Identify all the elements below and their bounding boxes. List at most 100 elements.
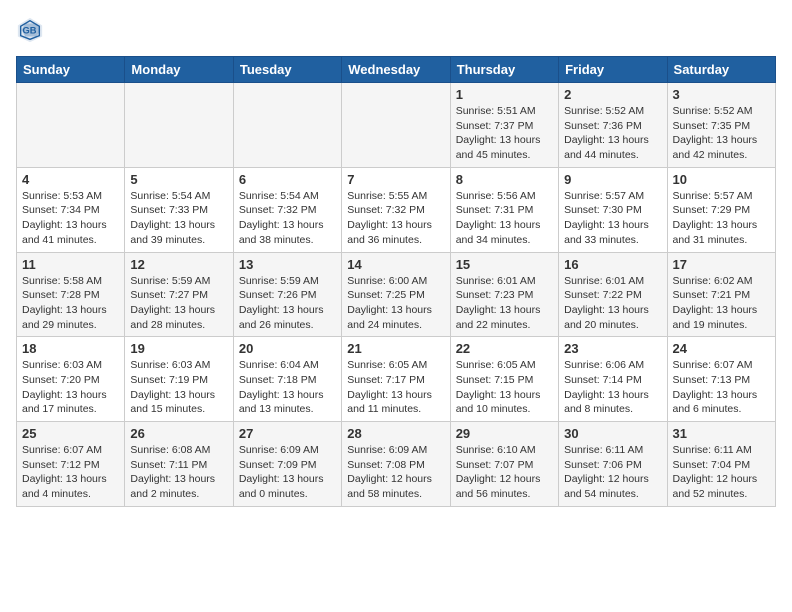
day-number: 19 — [130, 341, 227, 356]
day-info: Sunrise: 5:59 AMSunset: 7:26 PMDaylight:… — [239, 274, 336, 333]
calendar-cell: 17 Sunrise: 6:02 AMSunset: 7:21 PMDayligh… — [667, 252, 775, 337]
weekday-header-wednesday: Wednesday — [342, 57, 450, 83]
day-number: 17 — [673, 257, 770, 272]
calendar-cell: 24 Sunrise: 6:07 AMSunset: 7:13 PMDayligh… — [667, 337, 775, 422]
calendar-cell: 18 Sunrise: 6:03 AMSunset: 7:20 PMDayligh… — [17, 337, 125, 422]
day-info: Sunrise: 5:54 AMSunset: 7:32 PMDaylight:… — [239, 189, 336, 248]
weekday-header-thursday: Thursday — [450, 57, 558, 83]
day-info: Sunrise: 5:57 AMSunset: 7:29 PMDaylight:… — [673, 189, 770, 248]
day-number: 26 — [130, 426, 227, 441]
calendar-cell: 26Sunrise: 6:08 AMSunset: 7:11 PMDayligh… — [125, 422, 233, 507]
day-number: 18 — [22, 341, 119, 356]
day-number: 15 — [456, 257, 553, 272]
calendar-cell: 30Sunrise: 6:11 AMSunset: 7:06 PMDayligh… — [559, 422, 667, 507]
calendar-cell: 23 Sunrise: 6:06 AMSunset: 7:14 PMDayligh… — [559, 337, 667, 422]
day-number: 27 — [239, 426, 336, 441]
day-info: Sunrise: 5:55 AMSunset: 7:32 PMDaylight:… — [347, 189, 444, 248]
calendar-cell: 22 Sunrise: 6:05 AMSunset: 7:15 PMDayligh… — [450, 337, 558, 422]
day-info: Sunrise: 6:11 AMSunset: 7:04 PMDaylight:… — [673, 443, 770, 502]
svg-text:GB: GB — [23, 26, 37, 36]
calendar-cell: 16 Sunrise: 6:01 AMSunset: 7:22 PMDayligh… — [559, 252, 667, 337]
day-info: Sunrise: 6:02 AMSunset: 7:21 PMDaylight:… — [673, 274, 770, 333]
day-number: 30 — [564, 426, 661, 441]
calendar-cell: 19 Sunrise: 6:03 AMSunset: 7:19 PMDayligh… — [125, 337, 233, 422]
day-number: 25 — [22, 426, 119, 441]
day-number: 3 — [673, 87, 770, 102]
calendar-cell: 15 Sunrise: 6:01 AMSunset: 7:23 PMDayligh… — [450, 252, 558, 337]
calendar-table: SundayMondayTuesdayWednesdayThursdayFrid… — [16, 56, 776, 507]
calendar-cell: 11 Sunrise: 5:58 AMSunset: 7:28 PMDayligh… — [17, 252, 125, 337]
day-number: 24 — [673, 341, 770, 356]
day-info: Sunrise: 6:05 AMSunset: 7:17 PMDaylight:… — [347, 358, 444, 417]
day-number: 22 — [456, 341, 553, 356]
calendar-header: SundayMondayTuesdayWednesdayThursdayFrid… — [17, 57, 776, 83]
day-number: 12 — [130, 257, 227, 272]
day-info: Sunrise: 5:51 AMSunset: 7:37 PMDaylight:… — [456, 104, 553, 163]
day-number: 4 — [22, 172, 119, 187]
day-number: 21 — [347, 341, 444, 356]
day-info: Sunrise: 5:56 AMSunset: 7:31 PMDaylight:… — [456, 189, 553, 248]
day-info: Sunrise: 6:06 AMSunset: 7:14 PMDaylight:… — [564, 358, 661, 417]
day-info: Sunrise: 6:10 AMSunset: 7:07 PMDaylight:… — [456, 443, 553, 502]
day-info: Sunrise: 6:07 AMSunset: 7:12 PMDaylight:… — [22, 443, 119, 502]
day-info: Sunrise: 6:05 AMSunset: 7:15 PMDaylight:… — [456, 358, 553, 417]
day-number: 9 — [564, 172, 661, 187]
calendar-cell: 8 Sunrise: 5:56 AMSunset: 7:31 PMDaylight… — [450, 167, 558, 252]
calendar-cell: 27 Sunrise: 6:09 AMSunset: 7:09 PMDayligh… — [233, 422, 341, 507]
calendar-cell: 3 Sunrise: 5:52 AMSunset: 7:35 PMDaylight… — [667, 83, 775, 168]
calendar-cell: 10 Sunrise: 5:57 AMSunset: 7:29 PMDayligh… — [667, 167, 775, 252]
day-info: Sunrise: 6:01 AMSunset: 7:23 PMDaylight:… — [456, 274, 553, 333]
day-info: Sunrise: 5:52 AMSunset: 7:35 PMDaylight:… — [673, 104, 770, 163]
calendar-body: 1Sunrise: 5:51 AMSunset: 7:37 PMDaylight… — [17, 83, 776, 507]
calendar-cell: 29 Sunrise: 6:10 AMSunset: 7:07 PMDayligh… — [450, 422, 558, 507]
day-number: 11 — [22, 257, 119, 272]
calendar-cell: 5 Sunrise: 5:54 AMSunset: 7:33 PMDaylight… — [125, 167, 233, 252]
day-info: Sunrise: 6:01 AMSunset: 7:22 PMDaylight:… — [564, 274, 661, 333]
calendar-week-4: 18 Sunrise: 6:03 AMSunset: 7:20 PMDayligh… — [17, 337, 776, 422]
weekday-header-tuesday: Tuesday — [233, 57, 341, 83]
day-info: Sunrise: 6:03 AMSunset: 7:20 PMDaylight:… — [22, 358, 119, 417]
weekday-header-monday: Monday — [125, 57, 233, 83]
calendar-week-1: 1Sunrise: 5:51 AMSunset: 7:37 PMDaylight… — [17, 83, 776, 168]
day-info: Sunrise: 5:53 AMSunset: 7:34 PMDaylight:… — [22, 189, 119, 248]
logo-icon: GB — [16, 16, 44, 44]
calendar-cell: 14Sunrise: 6:00 AMSunset: 7:25 PMDayligh… — [342, 252, 450, 337]
calendar-week-5: 25 Sunrise: 6:07 AMSunset: 7:12 PMDayligh… — [17, 422, 776, 507]
day-number: 29 — [456, 426, 553, 441]
calendar-cell — [125, 83, 233, 168]
day-info: Sunrise: 5:54 AMSunset: 7:33 PMDaylight:… — [130, 189, 227, 248]
day-number: 20 — [239, 341, 336, 356]
calendar-cell: 20 Sunrise: 6:04 AMSunset: 7:18 PMDayligh… — [233, 337, 341, 422]
calendar-cell: 1Sunrise: 5:51 AMSunset: 7:37 PMDaylight… — [450, 83, 558, 168]
day-info: Sunrise: 6:09 AMSunset: 7:09 PMDaylight:… — [239, 443, 336, 502]
day-number: 16 — [564, 257, 661, 272]
weekday-header-row: SundayMondayTuesdayWednesdayThursdayFrid… — [17, 57, 776, 83]
day-info: Sunrise: 5:58 AMSunset: 7:28 PMDaylight:… — [22, 274, 119, 333]
calendar-cell: 28 Sunrise: 6:09 AMSunset: 7:08 PMDayligh… — [342, 422, 450, 507]
day-number: 28 — [347, 426, 444, 441]
day-info: Sunrise: 6:09 AMSunset: 7:08 PMDaylight:… — [347, 443, 444, 502]
day-info: Sunrise: 6:03 AMSunset: 7:19 PMDaylight:… — [130, 358, 227, 417]
calendar-cell — [233, 83, 341, 168]
day-number: 23 — [564, 341, 661, 356]
day-number: 7 — [347, 172, 444, 187]
day-info: Sunrise: 6:07 AMSunset: 7:13 PMDaylight:… — [673, 358, 770, 417]
day-info: Sunrise: 5:59 AMSunset: 7:27 PMDaylight:… — [130, 274, 227, 333]
day-number: 5 — [130, 172, 227, 187]
calendar-cell: 25 Sunrise: 6:07 AMSunset: 7:12 PMDayligh… — [17, 422, 125, 507]
weekday-header-saturday: Saturday — [667, 57, 775, 83]
calendar-week-3: 11 Sunrise: 5:58 AMSunset: 7:28 PMDayligh… — [17, 252, 776, 337]
calendar-cell: 12 Sunrise: 5:59 AMSunset: 7:27 PMDayligh… — [125, 252, 233, 337]
weekday-header-sunday: Sunday — [17, 57, 125, 83]
day-number: 13 — [239, 257, 336, 272]
calendar-cell — [342, 83, 450, 168]
day-number: 8 — [456, 172, 553, 187]
day-info: Sunrise: 5:52 AMSunset: 7:36 PMDaylight:… — [564, 104, 661, 163]
logo: GB — [16, 16, 48, 44]
calendar-cell: 2Sunrise: 5:52 AMSunset: 7:36 PMDaylight… — [559, 83, 667, 168]
day-number: 31 — [673, 426, 770, 441]
day-number: 10 — [673, 172, 770, 187]
day-number: 6 — [239, 172, 336, 187]
day-info: Sunrise: 6:00 AMSunset: 7:25 PMDaylight:… — [347, 274, 444, 333]
day-info: Sunrise: 6:04 AMSunset: 7:18 PMDaylight:… — [239, 358, 336, 417]
